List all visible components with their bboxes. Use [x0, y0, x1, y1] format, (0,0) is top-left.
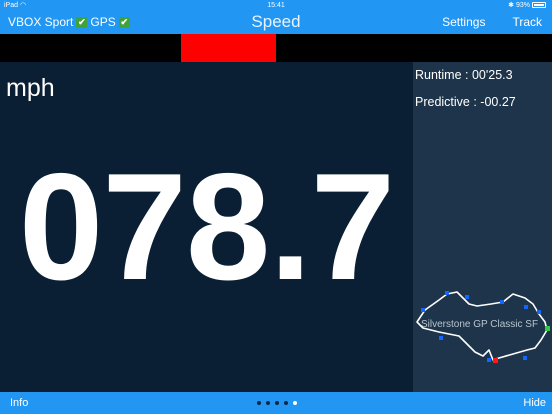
start-finish-marker	[545, 326, 550, 331]
page-dot[interactable]	[257, 401, 261, 405]
track-marker	[524, 305, 528, 309]
track-marker	[445, 291, 449, 295]
speed-unit: mph	[6, 74, 55, 102]
status-time: 15:41	[267, 2, 285, 9]
page-dot[interactable]	[266, 401, 270, 405]
track-marker	[523, 356, 527, 360]
page-indicator[interactable]	[257, 401, 297, 405]
speed-panel: mph 078.7	[0, 62, 413, 392]
delta-bar	[0, 34, 552, 62]
current-position-marker	[493, 358, 498, 363]
battery-percent: 93%	[515, 2, 530, 9]
nav-bar: VBOX Sport ✔ GPS ✔ Speed Settings Track	[0, 11, 552, 34]
bluetooth-icon: ✱	[508, 2, 515, 9]
track-marker	[537, 310, 541, 314]
delta-indicator	[181, 34, 276, 62]
page-dot[interactable]	[284, 401, 288, 405]
track-marker	[500, 300, 504, 304]
track-marker	[487, 358, 491, 362]
hide-button[interactable]: Hide	[523, 397, 546, 409]
track-name: Silverstone GP Classic SF	[421, 319, 539, 330]
side-panel: Runtime : 00'25.3 Predictive : -00.27 Si…	[413, 62, 552, 392]
track-marker	[421, 308, 425, 312]
bottom-bar: Info Hide	[0, 392, 552, 414]
track-button[interactable]: Track	[512, 15, 542, 29]
settings-button[interactable]: Settings	[442, 15, 485, 29]
info-button[interactable]: Info	[10, 397, 28, 409]
speed-value: 078.7	[18, 142, 395, 312]
track-map[interactable]	[413, 286, 552, 376]
predictive-label: Predictive : -00.27	[415, 95, 516, 109]
track-marker	[439, 336, 443, 340]
battery-icon	[532, 2, 546, 9]
status-bar: iPad ◠ 15:41 ✱ 93%	[0, 0, 552, 11]
runtime-label: Runtime : 00'25.3	[415, 68, 513, 82]
page-dot[interactable]	[275, 401, 279, 405]
track-marker	[465, 295, 469, 299]
page-dot[interactable]	[293, 401, 297, 405]
